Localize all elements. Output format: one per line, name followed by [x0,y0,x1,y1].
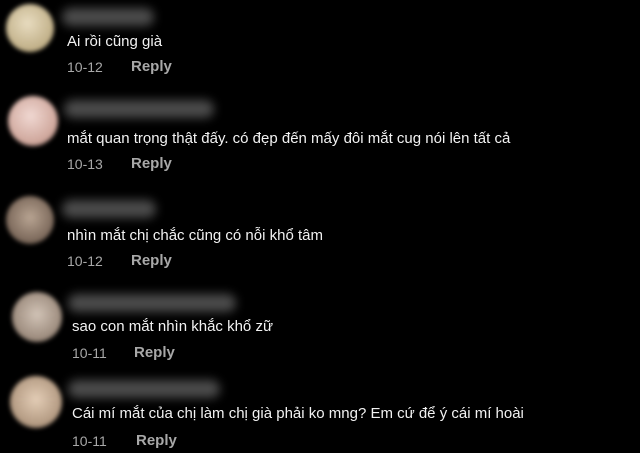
comment-text: mắt quan trọng thật đấy. có đẹp đến mấy … [67,130,511,147]
avatar[interactable] [6,196,54,244]
comment-item: Cái mí mắt của chị làm chị già phải ko m… [0,0,640,449]
avatar[interactable] [12,292,62,342]
avatar[interactable] [10,376,62,428]
reply-button[interactable]: Reply [136,433,177,449]
reply-button[interactable]: Reply [131,253,172,269]
reply-button[interactable]: Reply [131,156,172,172]
comment-date: 10-11 [72,345,107,361]
comment-text: Cái mí mắt của chị làm chị già phải ko m… [72,405,524,422]
reply-button[interactable]: Reply [134,345,175,361]
comment-date: 10-13 [67,156,103,172]
comment-text: sao con mắt nhìn khắc khổ zữ [72,318,273,335]
comment-text: nhìn mắt chị chắc cũng có nỗi khổ tâm [67,227,323,244]
username-blurred[interactable] [68,294,236,312]
avatar[interactable] [8,96,58,146]
username-blurred[interactable] [64,100,214,118]
comment-date: 10-11 [72,433,107,449]
username-blurred[interactable] [62,200,156,218]
comment-date: 10-12 [67,253,103,269]
username-blurred[interactable] [68,380,220,398]
